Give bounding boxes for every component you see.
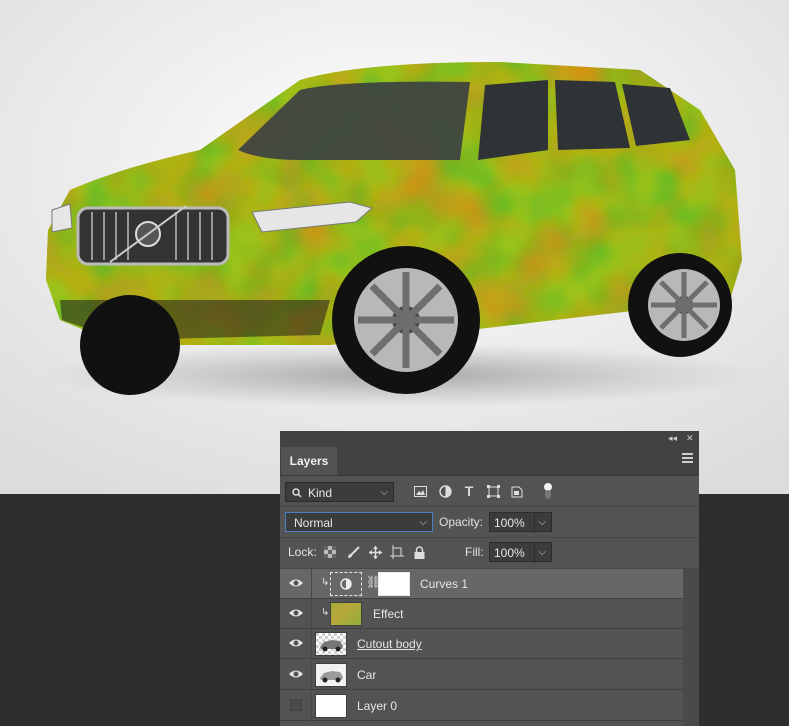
curves-adjustment-thumbnail[interactable] [330, 572, 362, 596]
eye-icon[interactable] [288, 636, 304, 650]
car-image [0, 0, 789, 494]
opacity-value: 100% [494, 516, 525, 530]
layer-row-cutout-body[interactable]: Cutout body [280, 629, 683, 659]
layer-name[interactable]: Layer 0 [357, 691, 397, 721]
car-cutout-thumbnail[interactable] [315, 632, 347, 656]
hamburger-menu-icon[interactable] [682, 453, 693, 463]
kind-filter-select[interactable]: Kind ⌵ [285, 482, 394, 502]
blend-row: Normal ⌵ Opacity: 100% ⌵ [280, 507, 699, 538]
panel-title-bar[interactable]: ◂◂ ✕ [280, 431, 699, 445]
document-canvas[interactable] [0, 0, 789, 494]
layer-row-car[interactable]: Car [280, 660, 683, 690]
lock-position-icon[interactable] [366, 543, 384, 561]
layer-row-layer-0[interactable]: Layer 0 [280, 691, 683, 721]
fill-label: Fill: [465, 545, 484, 559]
close-x-icon[interactable]: ✕ [686, 432, 694, 444]
shape-filter-icon[interactable] [484, 482, 502, 500]
chevron-down-icon: ⌵ [419, 517, 427, 528]
fill-input[interactable]: 100% ⌵ [489, 542, 552, 563]
opacity-input[interactable]: 100% ⌵ [489, 512, 552, 533]
fill-value: 100% [494, 546, 525, 560]
white-thumbnail[interactable] [315, 694, 347, 718]
lock-label: Lock: [288, 545, 317, 559]
search-icon [292, 488, 302, 498]
tab-layers[interactable]: Layers [281, 447, 337, 475]
layers-scrollbar[interactable] [683, 569, 699, 726]
clipping-arrow-icon: ↳ [321, 577, 330, 588]
filter-toggle-icon[interactable] [539, 482, 557, 500]
car-photo-thumbnail[interactable] [315, 663, 347, 687]
lock-transparent-icon[interactable] [321, 543, 339, 561]
lock-paint-icon[interactable] [344, 543, 362, 561]
chevron-down-icon[interactable]: ⌵ [534, 543, 546, 563]
layer-mask-thumbnail[interactable] [378, 572, 410, 596]
lock-row: Lock: Fill: 100% ⌵ [280, 537, 699, 569]
visibility-off-box[interactable] [290, 699, 302, 711]
image-filter-icon[interactable] [411, 482, 429, 500]
chevron-down-icon: ⌵ [380, 487, 388, 498]
camo-texture-thumbnail[interactable] [330, 602, 362, 626]
adjustment-filter-icon[interactable] [436, 482, 454, 500]
layer-row-curves-1[interactable]: ↳ ⛓ Curves 1 [280, 569, 683, 599]
double-chevron-left-icon[interactable]: ◂◂ [668, 432, 677, 444]
filter-row: Kind ⌵ T [280, 476, 699, 507]
clipping-arrow-icon: ↳ [321, 607, 330, 618]
layer-name[interactable]: Cutout body [357, 629, 422, 659]
opacity-label: Opacity: [439, 515, 484, 529]
kind-filter-label: Kind [308, 486, 333, 500]
layer-name[interactable]: Car [357, 660, 376, 690]
layer-name[interactable]: Curves 1 [420, 569, 468, 599]
type-filter-icon[interactable]: T [460, 482, 478, 500]
eye-icon[interactable] [288, 667, 304, 681]
adjustment-icon [340, 578, 352, 590]
eye-icon[interactable] [288, 576, 304, 590]
chevron-down-icon[interactable]: ⌵ [534, 513, 546, 533]
blend-mode-select[interactable]: Normal ⌵ [285, 512, 433, 532]
lock-all-icon[interactable] [410, 543, 428, 561]
lock-artboard-icon[interactable] [388, 543, 406, 561]
smart-object-filter-icon[interactable] [508, 482, 526, 500]
layer-name[interactable]: Effect [373, 599, 403, 629]
eye-icon[interactable] [288, 606, 304, 620]
layers-panel: ◂◂ ✕ Layers Kind ⌵ T Normal ⌵ Opacity: 1… [280, 431, 699, 726]
blend-mode-value: Normal [294, 516, 333, 530]
layer-row-effect[interactable]: ↳ Effect [280, 599, 683, 629]
